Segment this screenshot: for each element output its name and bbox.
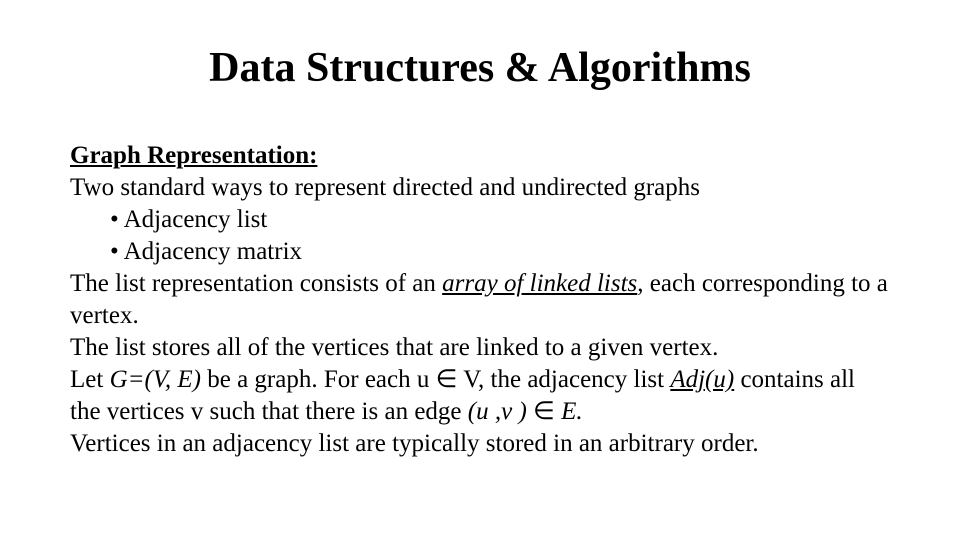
slide-body: Graph Representation: Two standard ways …	[70, 140, 890, 460]
paragraph: The list stores all of the vertices that…	[70, 332, 890, 364]
text: Let	[70, 366, 110, 393]
bullet-item: • Adjacency matrix	[110, 236, 890, 268]
bullet-item: • Adjacency list	[110, 204, 890, 236]
emphasis-text: Adj(u)	[670, 366, 734, 393]
element-of-symbol: ∈	[436, 366, 458, 393]
bullet-text: Adjacency matrix	[124, 238, 302, 265]
paragraph: Vertices in an adjacency list are typica…	[70, 428, 890, 460]
bullet-list: • Adjacency list • Adjacency matrix	[110, 204, 890, 268]
paragraph: The list representation consists of an a…	[70, 268, 890, 332]
slide: Data Structures & Algorithms Graph Repre…	[0, 0, 960, 540]
emphasis-text: G=(V, E)	[110, 366, 201, 393]
bullet-text: Adjacency list	[124, 206, 268, 233]
text: be a graph. For each u	[201, 366, 436, 393]
paragraph: Let G=(V, E) be a graph. For each u ∈ V,…	[70, 364, 890, 428]
emphasis-text: (u ,v )	[468, 398, 527, 425]
slide-title: Data Structures & Algorithms	[0, 44, 960, 92]
section-heading: Graph Representation:	[70, 142, 317, 169]
emphasis-text: array of linked lists	[442, 270, 637, 297]
element-of-symbol: ∈	[533, 398, 555, 425]
emphasis-text: E.	[561, 398, 583, 425]
text: The list representation consists of an	[70, 270, 442, 297]
text: V, the adjacency list	[457, 366, 670, 393]
intro-text: Two standard ways to represent directed …	[70, 172, 890, 204]
